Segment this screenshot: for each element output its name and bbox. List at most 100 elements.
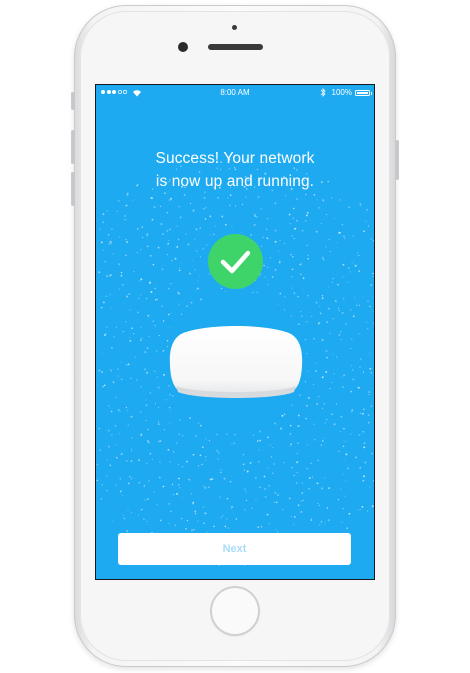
ripple-dot: [337, 498, 340, 501]
ripple-dot: [149, 392, 152, 394]
ripple-dot: [119, 410, 121, 413]
ripple-dot: [105, 295, 108, 298]
ripple-dot: [299, 263, 302, 266]
ripple-dot: [245, 491, 247, 493]
ripple-dot: [201, 446, 204, 449]
ripple-dot: [124, 218, 127, 221]
ripple-dot: [139, 280, 141, 282]
ripple-dot: [178, 205, 180, 208]
ripple-dot: [344, 495, 346, 497]
ripple-dot: [146, 347, 149, 349]
ripple-dot: [281, 414, 284, 417]
battery-fill: [357, 92, 368, 94]
ripple-dot: [166, 212, 168, 214]
ripple-dot: [269, 257, 272, 259]
ripple-dot: [127, 509, 129, 511]
ripple-dot: [163, 429, 165, 431]
ripple-dot: [319, 305, 321, 307]
ripple-dot: [143, 518, 145, 520]
ripple-dot: [341, 276, 344, 278]
ripple-dot: [196, 288, 198, 290]
ripple-dot: [156, 298, 159, 300]
ripple-dot: [326, 356, 328, 359]
ripple-dot: [174, 257, 177, 260]
ripple-dot: [343, 460, 345, 462]
ripple-dot: [339, 330, 342, 333]
ripple-dot: [153, 370, 156, 373]
ripple-dot: [321, 487, 324, 490]
ripple-dot: [192, 210, 194, 212]
ripple-dot: [157, 246, 160, 249]
ripple-dot: [106, 490, 108, 492]
ripple-dot: [227, 197, 229, 199]
ripple-dot: [126, 194, 129, 197]
ripple-dot: [231, 443, 233, 446]
ripple-dot: [230, 507, 232, 509]
ripple-dot: [202, 247, 205, 250]
ripple-dot: [301, 315, 303, 318]
ripple-dot: [350, 390, 352, 393]
ripple-dot: [310, 462, 312, 464]
ripple-dot: [278, 250, 280, 252]
ripple-dot: [217, 196, 219, 199]
ripple-dot: [197, 465, 200, 467]
ripple-dot: [300, 263, 302, 265]
ripple-dot: [141, 226, 144, 228]
ripple-dot: [339, 488, 342, 490]
ripple-dot: [161, 305, 163, 307]
ripple-dot: [137, 311, 139, 314]
ripple-dot: [197, 520, 199, 522]
ripple-dot: [324, 522, 326, 524]
ripple-dot: [155, 350, 158, 352]
ripple-dot: [147, 441, 150, 444]
ripple-dot: [158, 421, 160, 423]
ripple-dot: [342, 473, 344, 475]
ripple-dot: [126, 241, 129, 243]
ripple-dot: [194, 238, 196, 241]
ripple-dot: [271, 276, 274, 278]
ripple-dot: [321, 407, 324, 409]
ripple-dot: [297, 442, 299, 444]
ripple-dot: [170, 283, 172, 285]
next-button[interactable]: Next: [118, 533, 351, 565]
ripple-dot: [185, 527, 187, 530]
ripple-dot: [313, 438, 316, 441]
earpiece-speaker: [208, 44, 263, 50]
ripple-dot: [125, 459, 128, 462]
home-button[interactable]: [210, 586, 260, 636]
ripple-dot: [118, 288, 120, 290]
headline-line-1: Success! Your network: [155, 150, 315, 167]
ripple-dot: [241, 231, 243, 234]
ripple-dot: [207, 486, 210, 489]
ripple-dot: [140, 249, 142, 251]
ripple-dot: [254, 215, 256, 217]
ripple-dot: [151, 218, 154, 221]
ripple-dot: [132, 199, 134, 201]
ripple-dot: [317, 395, 320, 398]
ripple-dot: [199, 424, 202, 427]
ripple-dot: [372, 240, 374, 242]
ripple-dot: [162, 485, 165, 488]
ripple-dot: [326, 507, 329, 509]
ripple-dot: [158, 476, 161, 479]
ripple-dot: [283, 309, 286, 311]
ripple-dot: [204, 218, 207, 220]
ripple-dot: [313, 383, 315, 385]
ripple-dot: [109, 294, 111, 296]
ripple-dot: [306, 244, 308, 247]
ripple-dot: [174, 524, 176, 526]
ripple-dot: [96, 463, 99, 466]
ripple-dot: [352, 235, 354, 237]
ripple-dot: [111, 228, 113, 230]
ripple-dot: [274, 229, 277, 232]
ripple-dot: [115, 396, 117, 399]
ripple-dot: [367, 300, 369, 302]
ripple-dot: [263, 264, 266, 267]
ripple-dot: [197, 422, 200, 425]
ripple-dot: [364, 462, 366, 464]
ripple-dot: [176, 225, 179, 227]
ripple-dot: [300, 511, 303, 513]
ripple-dot: [175, 442, 178, 444]
ripple-dot: [244, 508, 246, 511]
ripple-dot: [268, 484, 270, 487]
